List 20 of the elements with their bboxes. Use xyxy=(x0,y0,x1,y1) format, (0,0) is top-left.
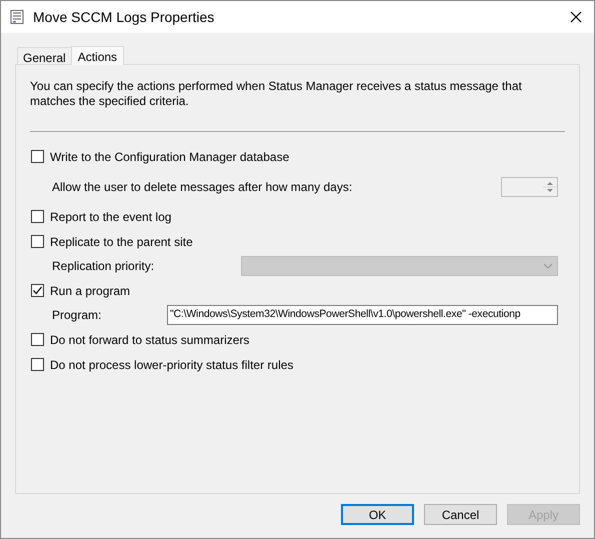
checkbox[interactable]: Report to the event log xyxy=(31,208,172,226)
check-icon xyxy=(32,285,43,296)
chevron-down-icon xyxy=(543,263,553,269)
field-label: Allow the user to delete messages after how many days: xyxy=(52,178,352,196)
description-text: You can specify the actions performed when Status Manager receives a status message that matches the specified criteria. xyxy=(30,79,523,109)
close-icon[interactable] xyxy=(570,11,582,23)
dialog-button[interactable]: OK xyxy=(341,504,414,525)
program-field[interactable]: "C:\Windows\System32\WindowsPowerShell\v1.0\powershell.exe" -executionp xyxy=(167,305,558,325)
checkbox[interactable]: Run a program xyxy=(31,282,130,300)
dialog-button[interactable]: Cancel xyxy=(424,504,497,525)
checkbox[interactable]: Write to the Configuration Manager database xyxy=(31,148,290,166)
tab[interactable]: General xyxy=(17,47,71,64)
window-title: Move SCCM Logs Properties xyxy=(33,8,214,27)
field-label: Program: xyxy=(52,307,102,324)
field-label: Replication priority: xyxy=(52,258,156,275)
checkbox[interactable]: Do not forward to status summarizers xyxy=(31,330,250,348)
tab[interactable]: Actions xyxy=(70,46,124,65)
checkbox[interactable]: Replicate to the parent site xyxy=(31,232,193,250)
properties-icon xyxy=(9,9,25,25)
checkbox[interactable]: Do not process lower-priority status filter rules xyxy=(31,356,294,374)
